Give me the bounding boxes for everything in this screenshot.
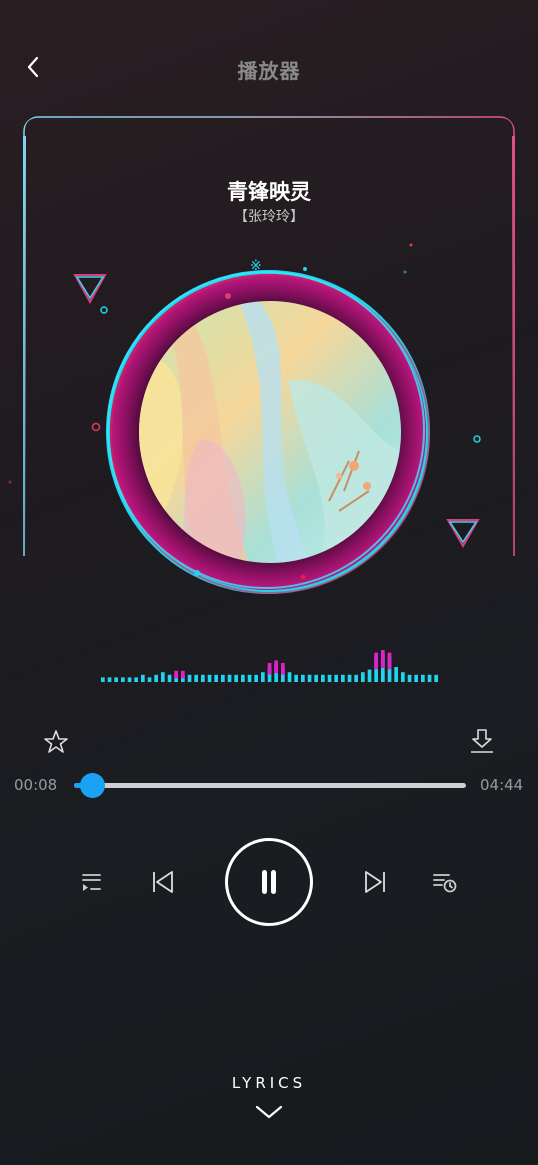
visualizer-bar-peak: [267, 663, 272, 675]
download-button[interactable]: [468, 727, 496, 755]
visualizer-bar-peak: [281, 663, 285, 675]
next-button[interactable]: [362, 869, 388, 895]
current-time: 00:08: [14, 776, 58, 794]
visualizer-bar: [147, 677, 152, 682]
song-artist: 【张玲玲】: [234, 209, 304, 225]
visualizer-bar: [247, 674, 252, 682]
visualizer-bar-peak: [374, 652, 378, 670]
visualizer-bar: [121, 677, 125, 682]
album-cover: [139, 301, 401, 563]
total-time: 04:44: [480, 776, 524, 794]
playlist-button[interactable]: [80, 870, 104, 894]
visualizer-bar: [141, 674, 145, 682]
visualizer-bar: [127, 677, 132, 682]
visualizer-bar: [254, 674, 258, 682]
song-title: 青锋映灵: [227, 180, 311, 204]
pause-button[interactable]: [225, 838, 313, 926]
visualizer-bar: [307, 674, 312, 682]
visualizer-bar: [201, 674, 205, 682]
history-icon: [433, 874, 457, 893]
visualizer-bar-peak: [174, 670, 178, 679]
visualizer-bar: [134, 677, 138, 682]
visualizer-bar: [227, 674, 232, 682]
visualizer-bar: [314, 674, 318, 682]
visualizer-bar: [101, 677, 105, 682]
visualizer-bar: [394, 667, 398, 682]
visualizer-bar: [401, 672, 405, 682]
visualizer-bar: [434, 674, 438, 682]
pause-icon: [262, 870, 276, 894]
visualizer-bar: [294, 674, 298, 682]
visualizer-bar: [194, 674, 198, 682]
lyrics-label[interactable]: LYRICS: [0, 1074, 538, 1092]
visualizer-bar: [187, 674, 192, 682]
playlist-icon: [82, 874, 101, 891]
visualizer-bar: [221, 674, 225, 682]
page-title: 播放器: [237, 59, 301, 83]
visualizer-bar: [354, 674, 358, 682]
visualizer-bar: [327, 674, 332, 682]
visualizer-bar: [361, 672, 365, 682]
visualizer-bar: [341, 674, 345, 682]
visualizer-bar: [214, 674, 218, 682]
visualizer-bar: [234, 674, 238, 682]
visualizer-bar: [421, 674, 425, 682]
visualizer-bar: [367, 669, 372, 682]
progress-bar[interactable]: [74, 773, 466, 798]
download-icon: [471, 729, 493, 753]
visualizer-bar: [347, 674, 352, 682]
visualizer-bar: [207, 674, 212, 682]
visualizer-bar: [427, 674, 432, 682]
visualizer-bar-peak: [181, 670, 185, 679]
visualizer-bar: [114, 677, 118, 682]
favorite-button[interactable]: [42, 728, 70, 756]
visualizer-bar: [301, 674, 305, 682]
visualizer-bar: [287, 672, 292, 682]
lyrics-toggle-button[interactable]: [254, 1102, 284, 1122]
audio-visualizer: [101, 650, 438, 682]
star-icon: [44, 730, 68, 753]
visualizer-bar: [154, 674, 158, 682]
visualizer-bar: [167, 674, 172, 682]
visualizer-bar: [107, 677, 112, 682]
progress-knob[interactable]: [79, 773, 105, 798]
visualizer-bar-peak: [274, 660, 278, 674]
visualizer-bar: [407, 674, 412, 682]
history-button[interactable]: [432, 870, 458, 894]
visualizer-bar: [261, 672, 265, 682]
visualizer-bar: [414, 674, 418, 682]
previous-icon: [153, 871, 173, 893]
visualizer-bar: [334, 674, 338, 682]
visualizer-bar-peak: [381, 650, 385, 668]
visualizer-bar: [241, 674, 245, 682]
visualizer-bar: [161, 672, 165, 682]
previous-button[interactable]: [150, 869, 176, 895]
visualizer-bar: [321, 674, 325, 682]
visualizer-bar-peak: [387, 652, 392, 670]
chevron-down-icon: [255, 1105, 283, 1119]
next-icon: [365, 871, 385, 893]
